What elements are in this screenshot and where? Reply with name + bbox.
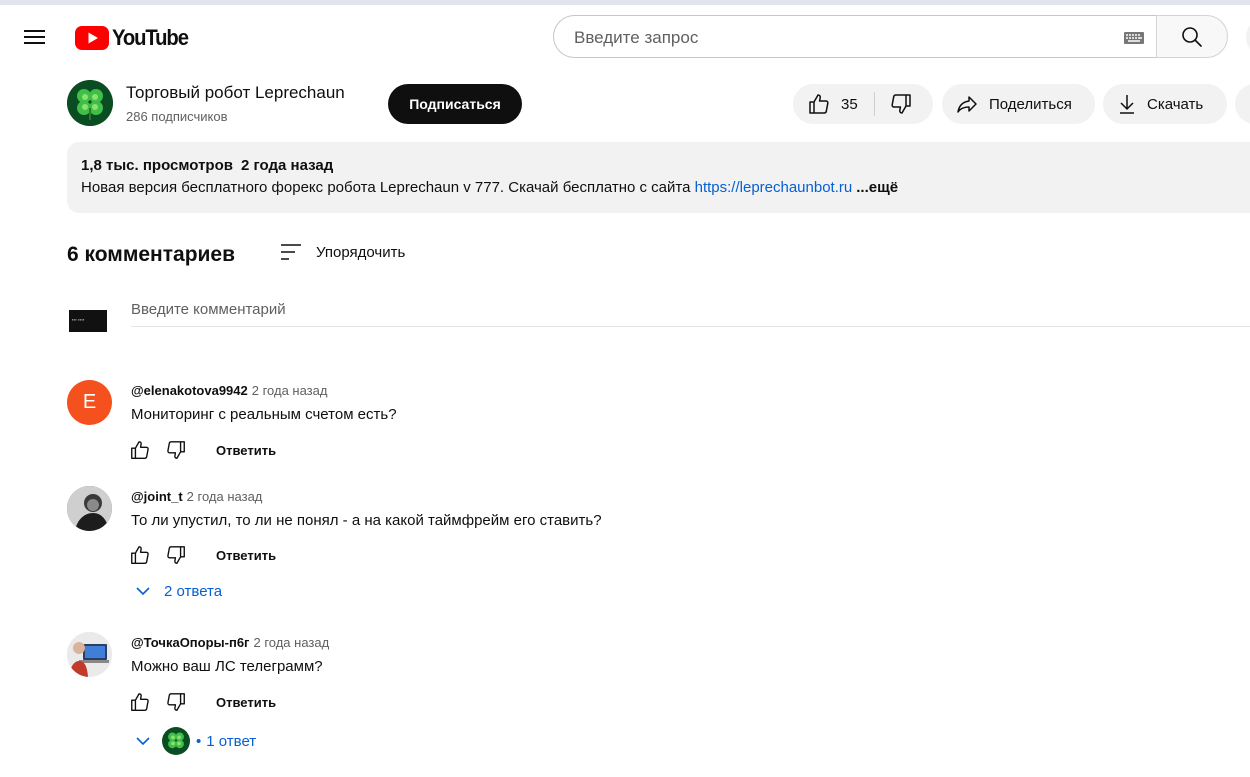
search-box <box>553 15 1156 58</box>
browser-top-strip <box>0 0 1250 5</box>
comment-header: @ТочкаОпоры-п6г 2 года назад <box>131 634 329 652</box>
comment-text: Можно ваш ЛС телеграмм? <box>131 658 323 675</box>
show-more-button[interactable]: ...ещё <box>856 179 898 196</box>
avatar-photo <box>67 486 112 531</box>
sort-label: Упорядочить <box>316 243 406 261</box>
description-link[interactable]: https://leprechaunbot.ru <box>695 179 853 196</box>
comment-time[interactable]: 2 года назад <box>187 489 263 504</box>
voice-search-button[interactable] <box>1246 17 1250 57</box>
share-label: Поделиться <box>989 95 1072 113</box>
description-body: Новая версия бесплатного форекс робота L… <box>81 179 695 196</box>
subscribe-button[interactable]: Подписаться <box>388 84 522 124</box>
search-icon <box>1182 26 1202 47</box>
reply-button[interactable]: Ответить <box>216 548 276 563</box>
comment-actions: Ответить <box>128 438 276 462</box>
share-button[interactable]: Поделиться <box>942 84 1095 124</box>
channel-name[interactable]: Торговый робот Leprechaun <box>126 83 345 103</box>
youtube-logo[interactable]: YouTube <box>75 25 194 51</box>
comment-time[interactable]: 2 года назад <box>252 383 328 398</box>
comment-like-button[interactable] <box>128 690 152 714</box>
sort-button[interactable]: Упорядочить <box>280 242 405 262</box>
chevron-down-icon <box>136 587 150 596</box>
thumbs-up-icon <box>131 441 149 459</box>
comment-text: Мониторинг с реальным счетом есть? <box>131 406 397 423</box>
thumbs-down-icon <box>891 94 911 114</box>
keyboard-icon[interactable] <box>1124 32 1144 44</box>
menu-icon[interactable] <box>20 26 48 48</box>
comment-avatar[interactable] <box>67 486 112 531</box>
youtube-play-icon <box>75 26 109 50</box>
comments-count: 6 комментариев <box>67 243 236 266</box>
search-button[interactable] <box>1156 15 1228 58</box>
comment-text: То ли упустил, то ли не понял - а на как… <box>131 512 602 529</box>
thumbs-down-icon <box>167 693 185 711</box>
description-text: Новая версия бесплатного форекс робота L… <box>81 179 898 196</box>
comment-author[interactable]: @elenakotova9942 <box>131 383 248 398</box>
comment-actions: Ответить <box>128 690 276 714</box>
thumbs-up-icon <box>809 94 829 114</box>
description-box[interactable]: 1,8 тыс. просмотров 2 года назад Новая ве… <box>67 142 1250 213</box>
show-replies-button[interactable]: • 1 ответ <box>134 727 256 755</box>
comment-input[interactable] <box>131 298 1250 321</box>
comment-like-button[interactable] <box>128 543 152 567</box>
sort-icon <box>281 244 301 260</box>
replier-avatar <box>162 727 190 755</box>
thumbs-down-icon <box>167 546 185 564</box>
download-button[interactable]: Скачать <box>1103 84 1227 124</box>
comment-author[interactable]: @ТочкаОпоры-п6г <box>131 635 249 650</box>
comment-avatar[interactable] <box>67 632 112 677</box>
bullet-separator: • <box>196 732 202 750</box>
clover-icon <box>67 80 113 126</box>
like-dislike-bar: 35 <box>793 84 933 124</box>
thumbs-down-icon <box>167 441 185 459</box>
logo-text: YouTube <box>112 25 189 50</box>
comment-dislike-button[interactable] <box>164 438 188 462</box>
thumbs-up-icon <box>131 546 149 564</box>
view-count: 1,8 тыс. просмотров <box>81 157 233 174</box>
comment-avatar[interactable]: E <box>67 380 112 425</box>
like-count: 35 <box>841 95 858 113</box>
subscriber-count: 286 подписчиков <box>126 109 228 124</box>
chevron-down-icon <box>136 737 150 746</box>
comment-time[interactable]: 2 года назад <box>253 635 329 650</box>
avatar-photo <box>67 632 112 677</box>
share-icon <box>957 96 977 113</box>
replies-count: 2 ответа <box>164 582 223 600</box>
dislike-button[interactable] <box>875 84 913 124</box>
comment-actions: Ответить <box>128 543 276 567</box>
download-label: Скачать <box>1147 95 1204 113</box>
comment-header: @elenakotova9942 2 года назад <box>131 382 327 400</box>
comment-dislike-button[interactable] <box>164 690 188 714</box>
search-input[interactable] <box>572 24 1116 52</box>
comment-header: @joint_t 2 года назад <box>131 488 262 506</box>
more-actions-button[interactable] <box>1235 84 1250 124</box>
comment-like-button[interactable] <box>128 438 152 462</box>
avatar-letter: E <box>82 391 97 413</box>
download-icon <box>1120 95 1134 114</box>
comment-input-wrap <box>131 298 1250 327</box>
show-replies-button[interactable]: 2 ответа <box>134 582 222 600</box>
like-button[interactable]: 35 <box>793 84 874 124</box>
reply-button[interactable]: Ответить <box>216 695 276 710</box>
reply-button[interactable]: Ответить <box>216 443 276 458</box>
comment-dislike-button[interactable] <box>164 543 188 567</box>
channel-avatar[interactable] <box>67 80 113 126</box>
user-avatar: ▪▪▪ ▪▪▪▪ <box>69 310 107 332</box>
video-meta: 1,8 тыс. просмотров 2 года назад <box>81 157 333 174</box>
replies-count: 1 ответ <box>206 732 257 750</box>
thumbs-up-icon <box>131 693 149 711</box>
publish-date: 2 года назад <box>240 157 334 174</box>
comment-author[interactable]: @joint_t <box>131 489 183 504</box>
